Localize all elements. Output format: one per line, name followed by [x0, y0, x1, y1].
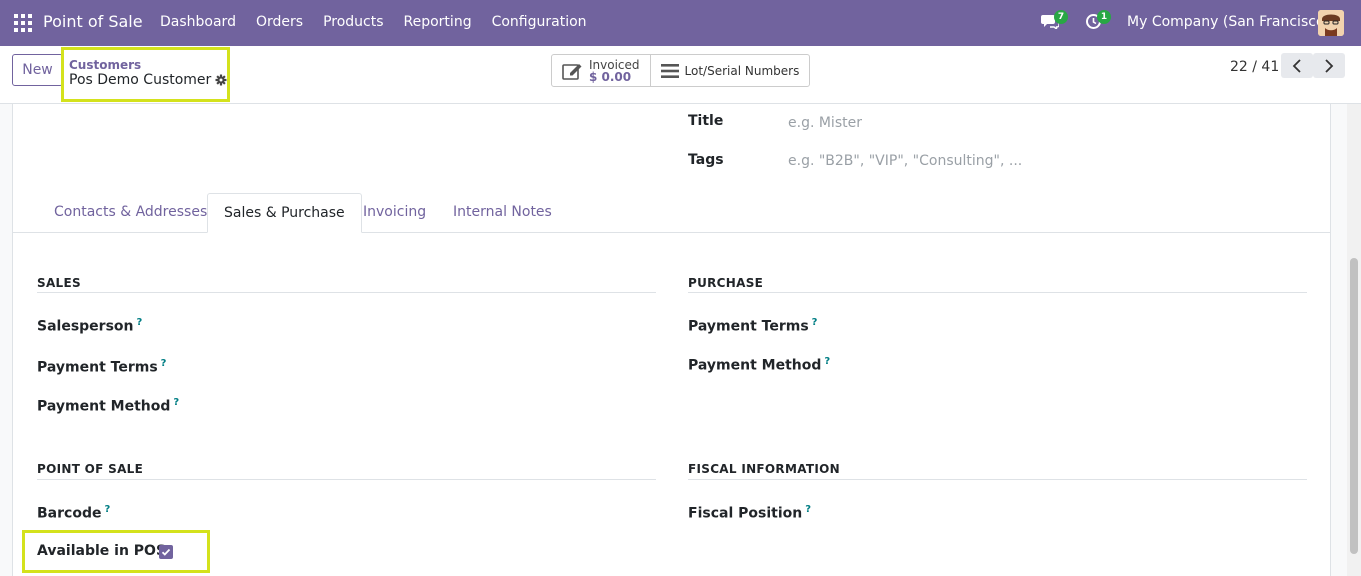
menu-configuration[interactable]: Configuration: [492, 14, 587, 30]
menu-reporting[interactable]: Reporting: [404, 14, 472, 30]
scrollbar[interactable]: [1347, 104, 1361, 576]
tab-invoicing[interactable]: Invoicing: [347, 193, 442, 233]
gear-icon[interactable]: [215, 74, 227, 86]
purchase-separator: [688, 292, 1307, 293]
sales-payment-method-label: Payment Method?: [37, 397, 180, 415]
help-tooltip-icon[interactable]: ?: [137, 317, 143, 328]
invoiced-smart-button[interactable]: Invoiced $ 0.00: [552, 55, 650, 86]
invoiced-value: $ 0.00: [589, 69, 632, 84]
chevron-right-icon: [1325, 58, 1334, 73]
help-tooltip-icon[interactable]: ?: [824, 356, 830, 367]
help-tooltip-icon[interactable]: ?: [805, 504, 811, 515]
main-menu: Dashboard Orders Products Reporting Conf…: [160, 14, 607, 30]
available-in-pos-label: Available in POS: [37, 543, 167, 559]
chat-count-badge: 7: [1054, 10, 1068, 24]
fiscal-position-label: Fiscal Position?: [688, 504, 812, 522]
form-sheet: [12, 104, 1331, 576]
control-panel: New Customers Pos Demo Customer Invoiced…: [0, 46, 1361, 104]
barcode-label: Barcode?: [37, 504, 111, 522]
activity-count-badge: 1: [1097, 10, 1111, 24]
breadcrumb-customers-link[interactable]: Customers: [69, 58, 141, 72]
tab-contacts-addresses[interactable]: Contacts & Addresses: [38, 193, 223, 233]
available-in-pos-checkbox[interactable]: [159, 545, 173, 559]
salesperson-label: Salesperson?: [37, 317, 143, 335]
sales-payment-terms-label: Payment Terms?: [37, 358, 167, 376]
purchase-section-title: PURCHASE: [688, 276, 764, 290]
scrollbar-thumb[interactable]: [1350, 258, 1358, 554]
sales-section-title: SALES: [37, 276, 81, 290]
user-avatar[interactable]: [1318, 10, 1344, 36]
tags-label: Tags: [688, 152, 724, 168]
tags-input[interactable]: e.g. "B2B", "VIP", "Consulting", ...: [788, 153, 1022, 169]
title-input[interactable]: e.g. Mister: [788, 115, 862, 131]
purchase-payment-terms-label: Payment Terms?: [688, 317, 818, 335]
pos-separator: [37, 479, 656, 480]
tab-sales-purchase[interactable]: Sales & Purchase: [207, 193, 362, 233]
menu-dashboard[interactable]: Dashboard: [160, 14, 236, 30]
help-tooltip-icon[interactable]: ?: [173, 397, 179, 408]
help-tooltip-icon[interactable]: ?: [161, 358, 167, 369]
pager-next-button[interactable]: [1313, 53, 1345, 78]
list-bars-icon: [660, 63, 679, 78]
breadcrumb: Customers Pos Demo Customer: [61, 47, 230, 102]
chevron-left-icon: [1292, 58, 1301, 73]
purchase-payment-method-label: Payment Method?: [688, 356, 831, 374]
fiscal-section-title: FISCAL INFORMATION: [688, 462, 840, 476]
lot-serial-label: Lot/Serial Numbers: [684, 63, 800, 78]
new-button[interactable]: New: [12, 54, 63, 86]
invoiced-label: Invoiced: [589, 57, 640, 72]
pos-section-title: POINT OF SALE: [37, 462, 144, 476]
sales-separator: [37, 292, 656, 293]
edit-document-icon: [562, 63, 582, 80]
record-name: Pos Demo Customer: [69, 72, 212, 88]
fiscal-separator: [688, 479, 1307, 480]
menu-orders[interactable]: Orders: [256, 14, 303, 30]
title-label: Title: [688, 113, 724, 129]
company-switcher[interactable]: My Company (San Francisco): [1127, 14, 1330, 30]
pager-value[interactable]: 22 / 41: [1230, 59, 1279, 75]
pager-previous-button[interactable]: [1281, 53, 1313, 78]
lot-serial-smart-button[interactable]: Lot/Serial Numbers: [649, 55, 810, 86]
breadcrumb-current: Pos Demo Customer: [69, 72, 227, 88]
top-navbar: Point of Sale Dashboard Orders Products …: [0, 0, 1361, 46]
app-menu-icon[interactable]: [14, 14, 32, 32]
help-tooltip-icon[interactable]: ?: [812, 317, 818, 328]
tab-internal-notes[interactable]: Internal Notes: [437, 193, 568, 233]
app-title[interactable]: Point of Sale: [43, 12, 143, 31]
checkmark-icon: [161, 548, 171, 556]
smart-buttons: Invoiced $ 0.00 Lot/Serial Numbers: [551, 54, 811, 87]
notebook-tabs: Contacts & Addresses Sales & Purchase In…: [12, 193, 1331, 233]
help-tooltip-icon[interactable]: ?: [104, 504, 110, 515]
menu-products[interactable]: Products: [323, 14, 383, 30]
